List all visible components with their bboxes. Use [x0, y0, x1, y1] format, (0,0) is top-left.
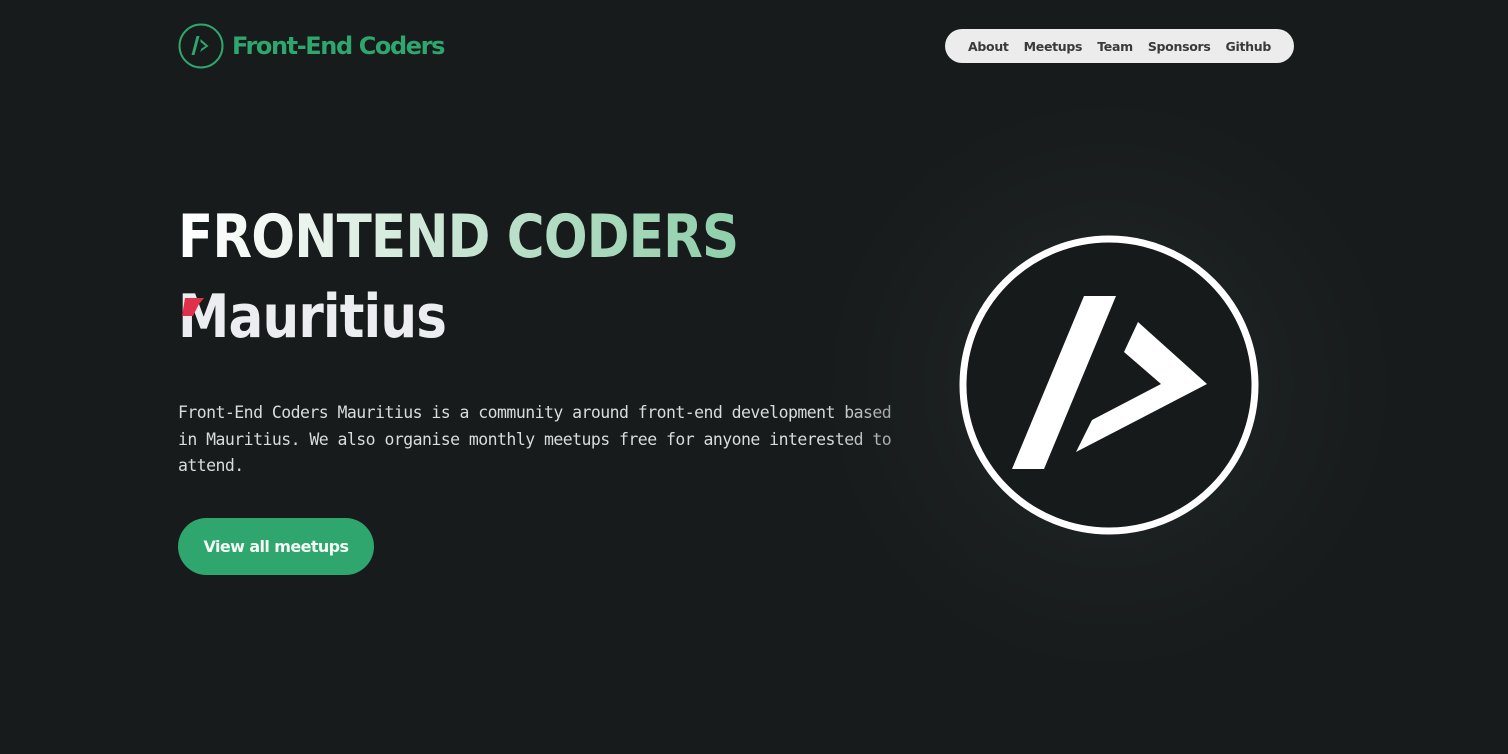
main-nav: About Meetups Team Sponsors Github	[945, 29, 1294, 63]
brand-logo-link[interactable]: Front-End Coders	[178, 22, 445, 70]
nav-item-meetups[interactable]: Meetups	[1024, 39, 1083, 54]
hero-description: Front-End Coders Mauritius is a communit…	[178, 403, 892, 475]
site-header: Front-End Coders About Meetups Team Spon…	[0, 0, 1508, 92]
brand-name: Front-End Coders	[232, 32, 445, 60]
hero-title-line2: Mauritius	[178, 282, 447, 352]
nav-item-github[interactable]: Github	[1226, 39, 1272, 54]
front-end-coders-logo-icon	[959, 235, 1259, 535]
nav-item-about[interactable]: About	[968, 39, 1009, 54]
front-end-coders-logo-icon	[178, 23, 224, 69]
hero-title: FRONTEND CODERS Mauritius	[178, 197, 739, 357]
hero-title-line1: FRONTEND CODERS	[178, 197, 739, 277]
view-all-meetups-button[interactable]: View all meetups	[178, 518, 374, 575]
red-flag-accent-icon	[182, 298, 204, 316]
nav-item-team[interactable]: Team	[1097, 39, 1133, 54]
nav-item-sponsors[interactable]: Sponsors	[1148, 39, 1211, 54]
